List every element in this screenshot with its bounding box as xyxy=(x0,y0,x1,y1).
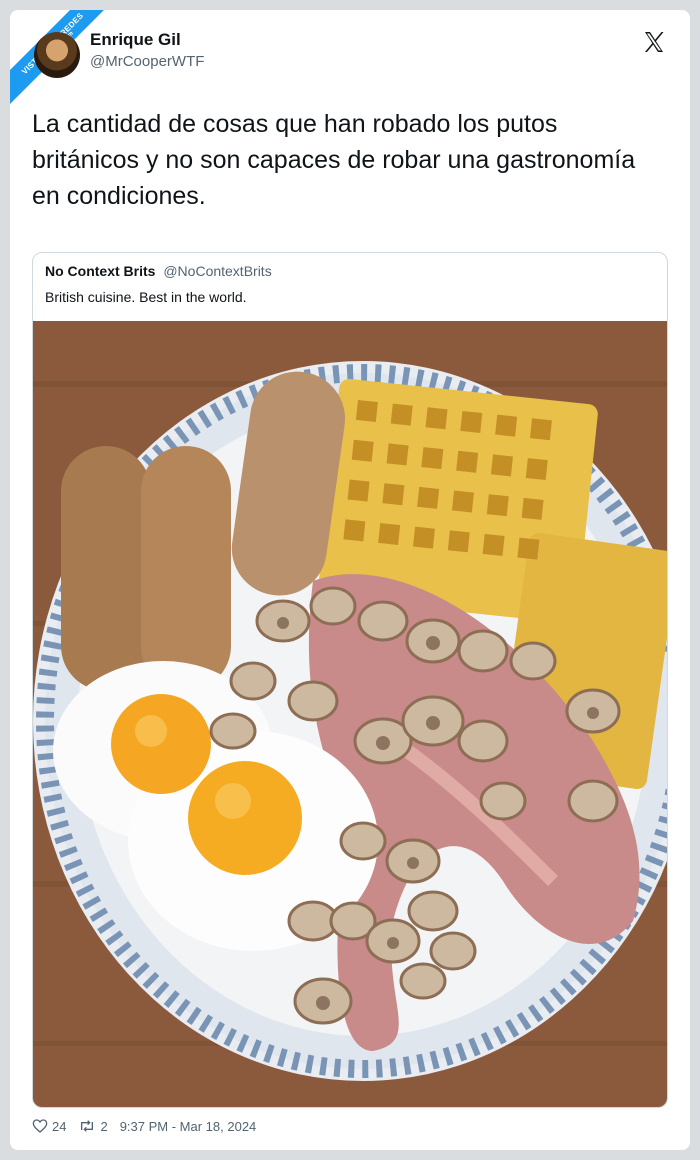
quoted-author-name[interactable]: No Context Brits xyxy=(45,263,155,279)
retweet-icon xyxy=(81,1120,94,1132)
tweet-footer: 24 2 9:37 PM - Mar 18, 2024 xyxy=(32,1118,256,1134)
quoted-text: British cuisine. Best in the world. xyxy=(45,289,247,305)
tweet-text: La cantidad de cosas que han robado los … xyxy=(32,110,636,210)
author-name[interactable]: Enrique Gil xyxy=(90,30,181,50)
heart-icon xyxy=(32,1119,48,1133)
avatar[interactable] xyxy=(34,32,80,78)
tweet-card: VISTOENLASREDES .com Enrique Gil @MrCoop… xyxy=(10,10,690,1150)
quoted-header: No Context Brits @NoContextBrits xyxy=(45,263,272,279)
quoted-tweet[interactable]: No Context Brits @NoContextBrits British… xyxy=(32,252,668,1108)
x-logo-icon[interactable] xyxy=(642,30,666,54)
like-button[interactable]: 24 xyxy=(32,1118,66,1134)
like-count: 24 xyxy=(52,1118,67,1134)
breakfast-photo[interactable] xyxy=(33,321,667,1107)
retweet-count: 2 xyxy=(100,1118,108,1134)
quoted-author-handle[interactable]: @NoContextBrits xyxy=(163,263,271,279)
author-handle[interactable]: @MrCooperWTF xyxy=(90,53,204,70)
retweet-button[interactable]: 2 xyxy=(78,1118,108,1134)
timestamp[interactable]: 9:37 PM - Mar 18, 2024 xyxy=(120,1119,257,1134)
